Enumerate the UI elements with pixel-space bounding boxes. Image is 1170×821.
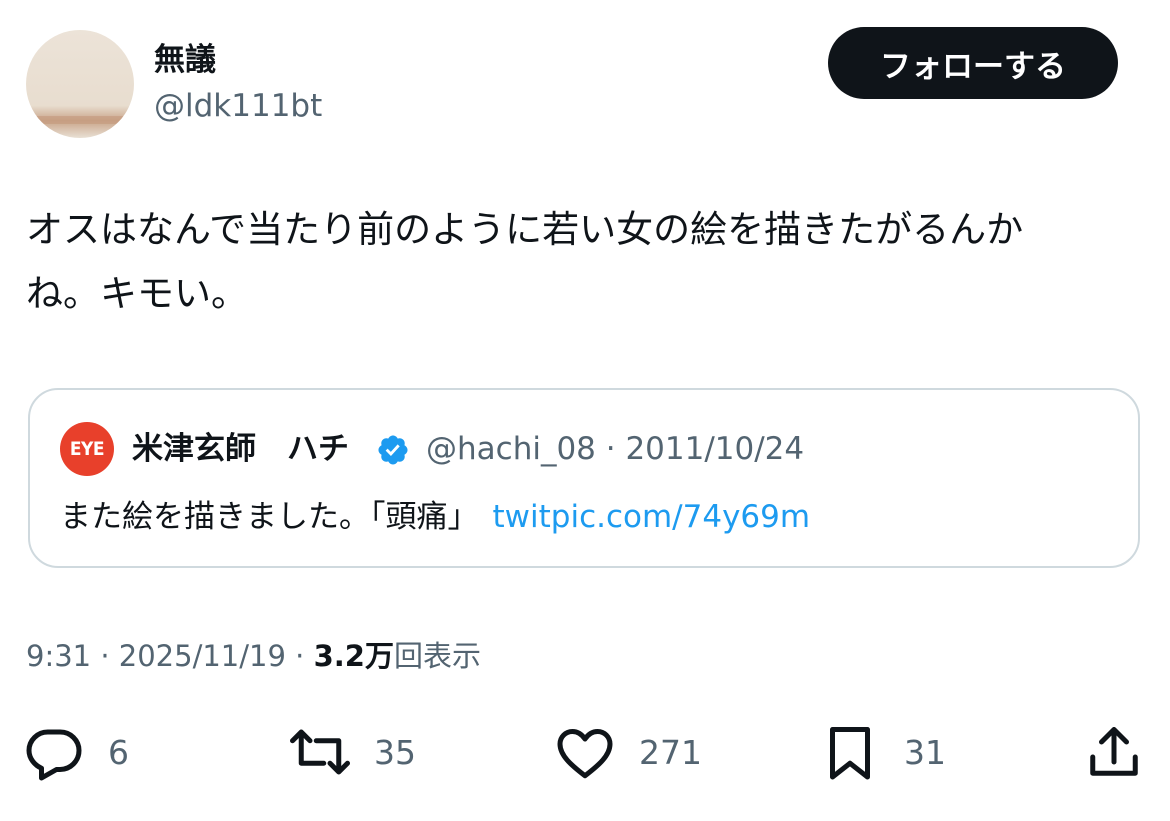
bookmark-icon — [830, 727, 870, 780]
quoted-tweet-card[interactable]: EYE 米津玄師 ハチ @hachi_08 · 2011/10/24 また絵を描… — [28, 388, 1140, 568]
like-button[interactable]: 271 — [555, 720, 702, 784]
reply-count: 6 — [108, 732, 129, 772]
follow-button[interactable]: フォローする — [828, 27, 1118, 99]
reply-button[interactable]: 6 — [24, 720, 129, 784]
views-label: 回表示 — [393, 639, 481, 673]
bookmark-count: 31 — [904, 732, 946, 772]
retweet-button[interactable]: 35 — [290, 720, 416, 784]
bookmark-button[interactable]: 31 — [820, 720, 946, 784]
author-display-name[interactable]: 無議 — [154, 40, 216, 80]
author-avatar[interactable] — [26, 30, 134, 138]
quoted-author-name[interactable]: 米津玄師 ハチ — [132, 428, 349, 470]
tweet-meta: 9:31 · 2025/11/19 · 3.2万回表示 — [26, 636, 481, 676]
share-icon — [1090, 727, 1138, 776]
heart-icon — [557, 729, 613, 779]
quoted-tweet-body: また絵を描きました。「頭痛」 — [60, 499, 479, 535]
like-count: 271 — [639, 732, 702, 772]
quoted-author-handle-date: @hachi_08 · 2011/10/24 — [426, 431, 805, 467]
tweet-timestamp[interactable]: 9:31 · 2025/11/19 · — [26, 639, 314, 673]
verified-badge-icon — [378, 435, 408, 465]
tweet-text: オスはなんで当たり前のように若い女の絵を描きたがるんか ね。キモい。 — [26, 198, 1126, 326]
retweet-icon — [290, 729, 350, 775]
quoted-tweet-text: また絵を描きました。「頭痛」 twitpic.com/74y69m — [60, 496, 810, 538]
author-handle[interactable]: @ldk111bt — [154, 86, 322, 126]
retweet-count: 35 — [374, 732, 416, 772]
action-bar: 6 35 271 31 — [0, 720, 1170, 784]
tweet-text-line: ね。キモい。 — [26, 272, 248, 315]
reply-icon — [26, 729, 82, 781]
views-count: 3.2万 — [313, 639, 394, 673]
share-button[interactable] — [1084, 720, 1144, 784]
tweet-text-line: オスはなんで当たり前のように若い女の絵を描きたがるんか — [26, 208, 1024, 251]
quoted-author-avatar[interactable]: EYE — [60, 422, 114, 476]
quoted-tweet-link[interactable]: twitpic.com/74y69m — [493, 499, 811, 535]
